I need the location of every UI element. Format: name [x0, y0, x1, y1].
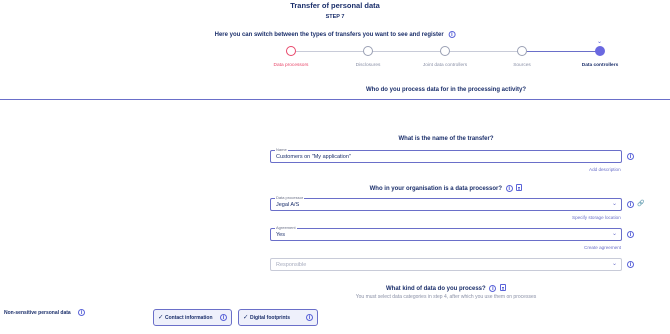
step-label-disclosures[interactable]: Disclosures: [333, 63, 403, 68]
step-indicator: STEP 7: [325, 14, 345, 20]
data-processor-value: Jegal A/S: [276, 202, 300, 208]
step-node-disclosures[interactable]: [363, 46, 373, 56]
chip-label: Digital footprints: [250, 315, 290, 321]
data-processor-label: Data processor: [275, 195, 305, 200]
specify-storage-link[interactable]: Specify storage location: [572, 215, 621, 220]
responsible-select[interactable]: Responsible ⌄: [270, 258, 622, 271]
chevron-down-icon[interactable]: ⌄: [612, 260, 617, 267]
chip-contact-information[interactable]: ✓ Contact information i: [153, 309, 232, 326]
processor-question-text: Who in your organisation is a data proce…: [369, 186, 502, 192]
info-icon[interactable]: i: [505, 185, 513, 192]
responsible-placeholder: Responsible: [276, 262, 307, 268]
name-question: What is the name of the transfer?: [398, 136, 494, 142]
switch-text: Here you can switch between the types of…: [214, 32, 444, 38]
name-field-label: Name: [275, 147, 288, 152]
step-node-sources[interactable]: [517, 46, 527, 56]
info-icon[interactable]: i: [627, 231, 634, 238]
document-icon[interactable]: [516, 184, 523, 191]
chip-digital-footprints[interactable]: ✓ Digital footprints i: [238, 309, 318, 326]
info-icon[interactable]: i: [220, 314, 227, 321]
check-icon: ✓: [243, 314, 249, 321]
chevron-down-icon[interactable]: ⌄: [612, 230, 617, 237]
process-question: Who do you process data for in the proce…: [365, 87, 527, 93]
step-label-sources[interactable]: Sources: [487, 63, 557, 68]
check-icon: ✓: [158, 314, 164, 321]
non-sensitive-label: Non-sensitive personal data i: [4, 309, 86, 316]
chevron-down-icon[interactable]: ⌄: [612, 200, 617, 207]
document-icon[interactable]: [500, 284, 507, 291]
data-question: What kind of data do you process? i: [270, 284, 622, 292]
name-field-value: Customers on "My application": [276, 154, 351, 160]
data-question-text: What kind of data do you process?: [385, 286, 486, 292]
data-processor-select[interactable]: Data processor Jegal A/S ⌄: [270, 195, 622, 211]
info-icon[interactable]: i: [306, 314, 313, 321]
create-agreement-link[interactable]: Create agreement: [584, 245, 621, 250]
chevron-down-icon[interactable]: ⌄: [597, 38, 602, 45]
non-sensitive-text: Non-sensitive personal data: [4, 310, 71, 316]
step-node-joint-data-controllers[interactable]: [440, 46, 450, 56]
page-title: Transfer of personal data: [290, 1, 380, 10]
step-label-joint-data-controllers[interactable]: Joint data controllers: [410, 63, 480, 68]
step-label-data-processors[interactable]: Data processors: [256, 63, 326, 68]
link-icon[interactable]: 🔗: [637, 200, 644, 207]
step-label-data-controllers[interactable]: Data controllers: [565, 63, 635, 68]
info-icon[interactable]: i: [489, 285, 497, 292]
section-divider: [0, 99, 670, 100]
name-field[interactable]: Name Customers on "My application": [270, 147, 622, 163]
stepper-line-active: [527, 51, 600, 52]
add-description-link[interactable]: Add description: [589, 167, 621, 172]
step-node-data-processors[interactable]: [286, 46, 296, 56]
agreement-select[interactable]: Agreement Yes ⌄: [270, 225, 622, 241]
chip-label: Contact information: [165, 315, 213, 321]
step-node-data-controllers[interactable]: [595, 46, 605, 56]
agreement-label: Agreement: [275, 225, 297, 230]
info-icon[interactable]: i: [627, 201, 634, 208]
data-hint: You must select data categories in step …: [355, 294, 537, 300]
info-icon[interactable]: i: [627, 153, 634, 160]
info-icon[interactable]: i: [448, 31, 456, 38]
agreement-value: Yes: [276, 232, 285, 238]
info-icon[interactable]: i: [78, 309, 86, 316]
processor-question: Who in your organisation is a data proce…: [270, 184, 622, 192]
info-icon[interactable]: i: [627, 261, 634, 268]
switch-instructions: Here you can switch between the types of…: [215, 31, 456, 38]
